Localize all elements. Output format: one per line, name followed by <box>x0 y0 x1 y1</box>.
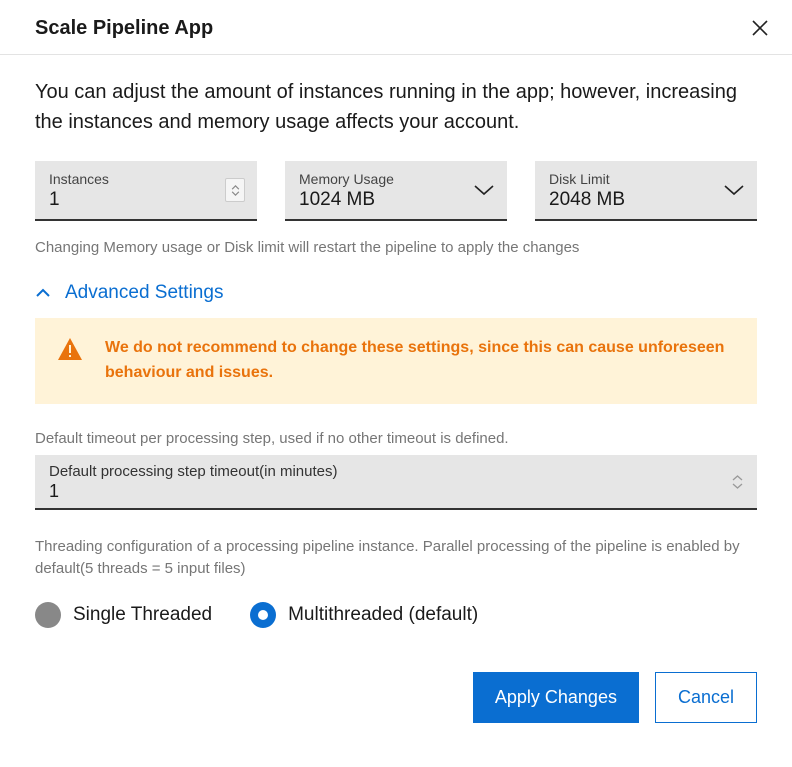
timeout-value: 1 <box>49 481 743 502</box>
timeout-description: Default timeout per processing step, use… <box>35 428 757 450</box>
memory-value: 1024 MB <box>299 189 493 211</box>
warning-banner: We do not recommend to change these sett… <box>35 318 757 404</box>
multithreaded-option[interactable]: Multithreaded (default) <box>250 602 478 628</box>
chevron-down-icon <box>732 483 743 489</box>
dialog-footer: Apply Changes Cancel <box>0 672 792 753</box>
advanced-settings-label: Advanced Settings <box>65 282 223 304</box>
stepper-icon[interactable] <box>225 178 245 202</box>
dialog-body: You can adjust the amount of instances r… <box>0 55 792 628</box>
chevron-down-icon <box>723 183 745 197</box>
dialog-title: Scale Pipeline App <box>35 17 213 40</box>
dropdown-chevron[interactable] <box>473 183 495 197</box>
cancel-button[interactable]: Cancel <box>655 672 757 723</box>
radio-unselected-icon <box>35 602 61 628</box>
advanced-settings-toggle[interactable]: Advanced Settings <box>35 282 757 304</box>
threading-description: Threading configuration of a processing … <box>35 536 757 580</box>
chevron-up-icon <box>231 185 240 190</box>
disk-value: 2048 MB <box>549 189 743 211</box>
radio-selected-icon <box>250 602 276 628</box>
chevron-up-icon <box>732 475 743 481</box>
instances-field[interactable]: Instances 1 <box>35 161 257 221</box>
warning-icon <box>57 336 83 367</box>
instances-value: 1 <box>49 189 243 211</box>
instances-label: Instances <box>49 171 243 187</box>
timeout-label: Default processing step timeout(in minut… <box>49 463 743 480</box>
close-icon <box>751 19 769 37</box>
restart-hint: Changing Memory usage or Disk limit will… <box>35 239 757 256</box>
chevron-down-icon <box>231 191 240 196</box>
disk-label: Disk Limit <box>549 171 743 187</box>
stepper-icon[interactable] <box>732 475 743 489</box>
warning-text: We do not recommend to change these sett… <box>105 336 735 386</box>
memory-usage-field[interactable]: Memory Usage 1024 MB <box>285 161 507 221</box>
single-threaded-label: Single Threaded <box>73 604 212 626</box>
timeout-field[interactable]: Default processing step timeout(in minut… <box>35 455 757 510</box>
intro-text: You can adjust the amount of instances r… <box>35 77 757 137</box>
chevron-down-icon <box>473 183 495 197</box>
chevron-up-icon <box>35 288 51 298</box>
disk-limit-field[interactable]: Disk Limit 2048 MB <box>535 161 757 221</box>
single-threaded-option[interactable]: Single Threaded <box>35 602 212 628</box>
threading-radio-group: Single Threaded Multithreaded (default) <box>35 602 757 628</box>
memory-label: Memory Usage <box>299 171 493 187</box>
apply-changes-button[interactable]: Apply Changes <box>473 672 639 723</box>
multithreaded-label: Multithreaded (default) <box>288 604 478 626</box>
dialog-header: Scale Pipeline App <box>0 0 792 55</box>
close-button[interactable] <box>748 16 772 40</box>
resource-fields-row: Instances 1 Memory Usage 1024 MB Disk Li… <box>35 161 757 221</box>
scale-pipeline-dialog: Scale Pipeline App You can adjust the am… <box>0 0 792 753</box>
dropdown-chevron[interactable] <box>723 183 745 197</box>
